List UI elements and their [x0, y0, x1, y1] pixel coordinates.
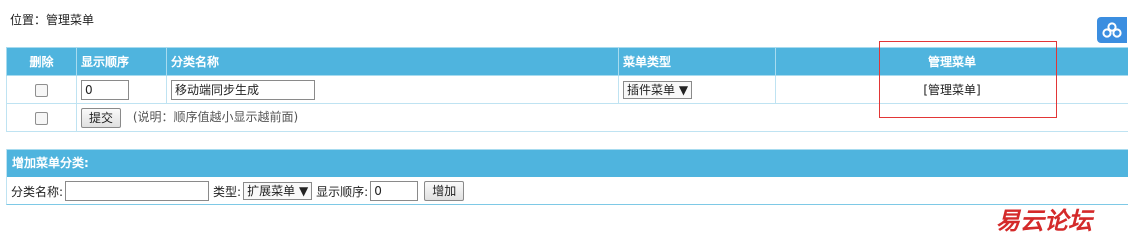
submit-button[interactable]: 提交: [81, 107, 122, 128]
manage-menu-link[interactable]: [管理菜单]: [923, 83, 980, 97]
add-button[interactable]: 增加: [424, 181, 465, 201]
header-type: 菜单类型: [618, 47, 776, 76]
table-header-row: 删除 显示顺序 分类名称 菜单类型 管理菜单: [6, 47, 1128, 76]
header-delete: 删除: [6, 47, 77, 76]
add-category-section: 增加菜单分类: 分类名称: 类型: 扩展菜单 ▼ 显示顺序: 0 增加: [6, 149, 1128, 205]
table-row: 0 移动端同步生成 插件菜单 ▼ [管理菜单]: [6, 75, 1128, 104]
new-category-name-input[interactable]: [65, 181, 210, 201]
delete-checkbox[interactable]: [35, 83, 48, 97]
new-type-value: 扩展菜单: [247, 184, 296, 198]
breadcrumb: 位置：管理菜单: [10, 13, 95, 27]
add-section-title: 增加菜单分类:: [7, 149, 1128, 177]
menu-type-select[interactable]: 插件菜单 ▼: [623, 80, 693, 99]
chevron-down-icon: ▼: [678, 82, 689, 97]
type-label: 类型:: [213, 184, 242, 199]
new-order-input[interactable]: 0: [370, 181, 419, 201]
order-input[interactable]: 0: [81, 79, 129, 100]
new-type-select[interactable]: 扩展菜单 ▼: [243, 182, 313, 200]
header-order: 显示顺序: [76, 47, 167, 76]
add-category-form: 分类名称: 类型: 扩展菜单 ▼ 显示顺序: 0 增加: [7, 177, 1128, 205]
order-label: 显示顺序:: [316, 184, 369, 199]
menu-table: 删除 显示顺序 分类名称 菜单类型 管理菜单 0 移动端同步生成 插件菜单 ▼ …: [6, 47, 1128, 132]
name-label: 分类名称:: [11, 184, 64, 199]
category-name-input[interactable]: 移动端同步生成: [171, 79, 315, 100]
chevron-down-icon: ▼: [298, 184, 309, 198]
table-submit-row: 提交 (说明：顺序值越小显示越前面): [6, 103, 1128, 132]
header-manage: 管理菜单: [775, 47, 1128, 76]
svg-text:易云论坛: 易云论坛: [996, 206, 1095, 235]
cloud-button[interactable]: [1097, 17, 1127, 43]
select-all-checkbox[interactable]: [35, 111, 48, 125]
menu-type-value: 插件菜单: [627, 82, 676, 97]
header-name: 分类名称: [166, 47, 619, 76]
order-hint: (说明：顺序值越小显示越前面): [132, 110, 299, 124]
watermark-logo: 易云论坛: [996, 203, 1116, 240]
cloud-icon: [1102, 22, 1122, 38]
